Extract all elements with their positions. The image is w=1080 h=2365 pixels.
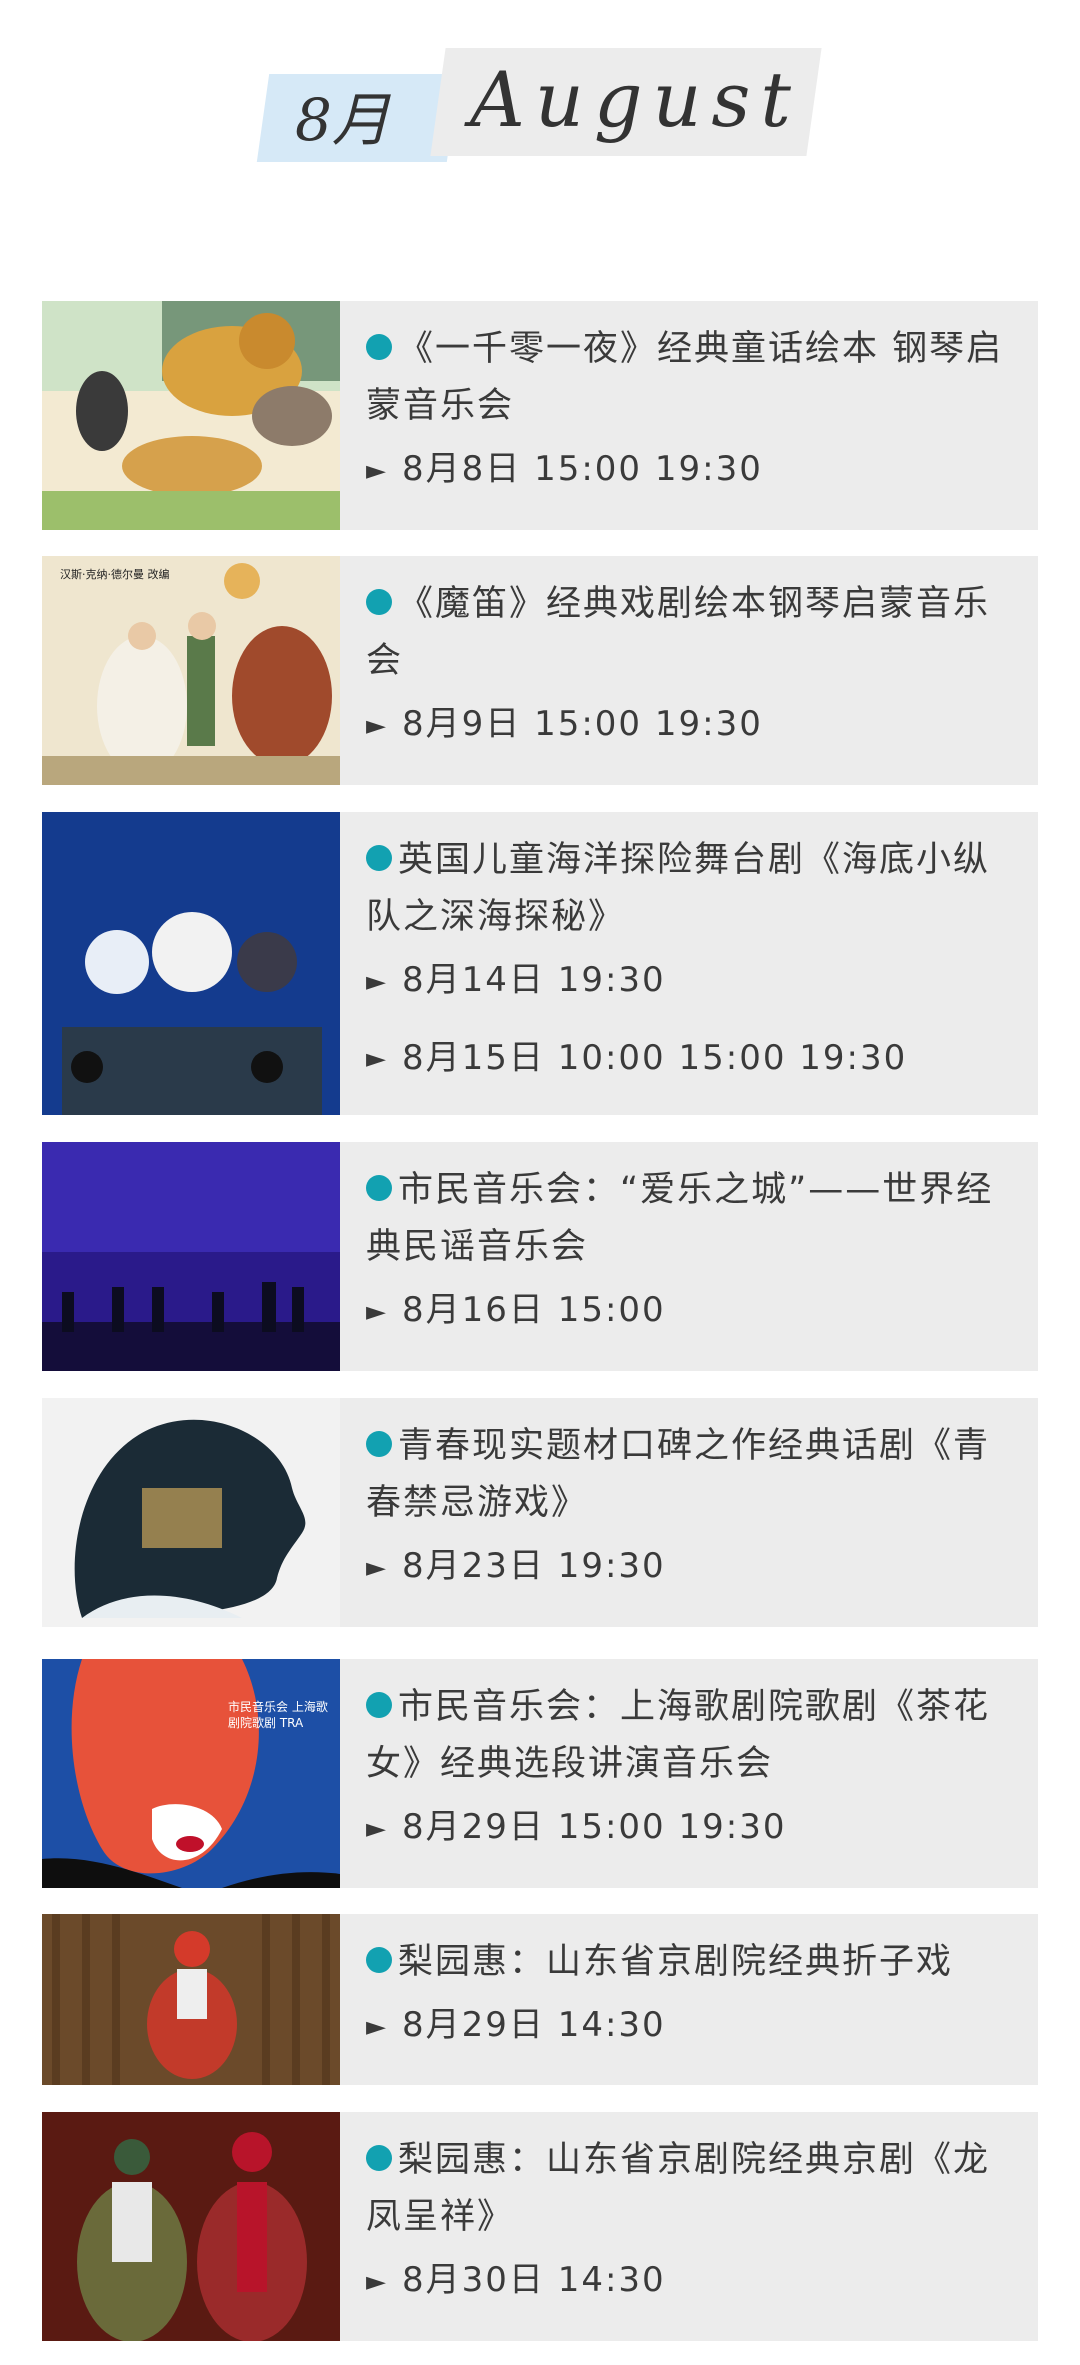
bullet-dot-icon <box>366 1947 392 1973</box>
image-caption: 市民音乐会 上海歌剧院歌剧 TRA <box>228 1700 328 1730</box>
event-title: 青春现实题材口碑之作经典话剧《青春禁忌游戏》 <box>366 1426 991 1523</box>
triangle-right-icon: ► <box>366 2011 388 2042</box>
bullet-dot-icon <box>366 1431 392 1457</box>
month-header: 8月 August <box>0 0 1080 260</box>
event-image-magic-flute: 汉斯·克纳·德尔曼 改编 <box>42 556 340 785</box>
triangle-right-icon: ► <box>366 455 388 486</box>
event-time: ► 8月30日 14:30 <box>366 2260 666 2300</box>
event-card[interactable]: 《一千零一夜》经典童话绘本 钢琴启蒙音乐会 ► 8月8日 15:00 19:30 <box>42 301 1038 530</box>
event-image-traviata: 市民音乐会 上海歌剧院歌剧 TRA <box>42 1659 340 1888</box>
bullet-dot-icon <box>366 845 392 871</box>
event-title: 梨园惠：山东省京剧院经典折子戏 <box>366 1934 1010 1991</box>
month-cn-label: 8月 <box>295 86 390 154</box>
event-time: ► 8月14日 19:30 <box>366 960 666 1000</box>
triangle-right-icon: ► <box>366 1552 388 1583</box>
event-title: 市民音乐会：“爱乐之城”——世界经典民谣音乐会 <box>366 1170 994 1267</box>
event-time: ► 8月29日 14:30 <box>366 2005 666 2045</box>
event-image-octonauts <box>42 812 340 1115</box>
bullet-dot-icon <box>366 1175 392 1201</box>
event-card[interactable]: 汉斯·克纳·德尔曼 改编 《魔笛》经典戏剧绘本钢琴启蒙音乐会 ► 8月9日 15:… <box>42 556 1038 785</box>
event-image-silhouette <box>42 1398 340 1627</box>
image-caption: 汉斯·克纳·德尔曼 改编 <box>60 568 170 581</box>
event-image-peking-opera <box>42 1914 340 2085</box>
event-image-concert <box>42 1142 340 1371</box>
month-en-label: August <box>470 55 801 144</box>
event-time: ► 8月23日 19:30 <box>366 1546 666 1586</box>
event-time: ► 8月16日 15:00 <box>366 1290 666 1330</box>
event-card[interactable]: 市民音乐会：“爱乐之城”——世界经典民谣音乐会 ► 8月16日 15:00 <box>42 1142 1038 1371</box>
triangle-right-icon: ► <box>366 1813 388 1844</box>
event-image-dragon-phoenix <box>42 2112 340 2341</box>
event-title: 市民音乐会：上海歌剧院歌剧《茶花女》经典选段讲演音乐会 <box>366 1687 991 1784</box>
event-time: ► 8月29日 15:00 19:30 <box>366 1807 787 1847</box>
event-title: 梨园惠：山东省京剧院经典京剧《龙凤呈祥》 <box>366 2140 991 2237</box>
event-title: 《魔笛》经典戏剧绘本钢琴启蒙音乐会 <box>366 584 991 681</box>
bullet-dot-icon <box>366 2145 392 2171</box>
event-card[interactable]: 青春现实题材口碑之作经典话剧《青春禁忌游戏》 ► 8月23日 19:30 <box>42 1398 1038 1627</box>
bullet-dot-icon <box>366 589 392 615</box>
event-time: ► 8月8日 15:00 19:30 <box>366 449 763 489</box>
event-card[interactable]: 梨园惠：山东省京剧院经典京剧《龙凤呈祥》 ► 8月30日 14:30 <box>42 2112 1038 2341</box>
event-title: 《一千零一夜》经典童话绘本 钢琴启蒙音乐会 <box>366 329 1004 426</box>
triangle-right-icon: ► <box>366 1296 388 1327</box>
triangle-right-icon: ► <box>366 2266 388 2297</box>
bullet-dot-icon <box>366 1692 392 1718</box>
triangle-right-icon: ► <box>366 1044 388 1074</box>
bullet-dot-icon <box>366 334 392 360</box>
event-image-arabian-nights <box>42 301 340 530</box>
event-card[interactable]: 市民音乐会 上海歌剧院歌剧 TRA 市民音乐会：上海歌剧院歌剧《茶花女》经典选段… <box>42 1659 1038 1888</box>
triangle-right-icon: ► <box>366 710 388 741</box>
triangle-right-icon: ► <box>366 966 388 997</box>
event-time: ► 8月15日 10:00 15:00 19:30 <box>366 1037 908 1078</box>
event-title: 英国儿童海洋探险舞台剧《海底小纵队之深海探秘》 <box>366 840 991 937</box>
event-card[interactable]: 梨园惠：山东省京剧院经典折子戏 ► 8月29日 14:30 <box>42 1914 1038 2085</box>
event-time: ► 8月9日 15:00 19:30 <box>366 704 763 744</box>
event-card[interactable]: 英国儿童海洋探险舞台剧《海底小纵队之深海探秘》 ► 8月14日 19:30 ► 8月… <box>42 812 1038 1115</box>
